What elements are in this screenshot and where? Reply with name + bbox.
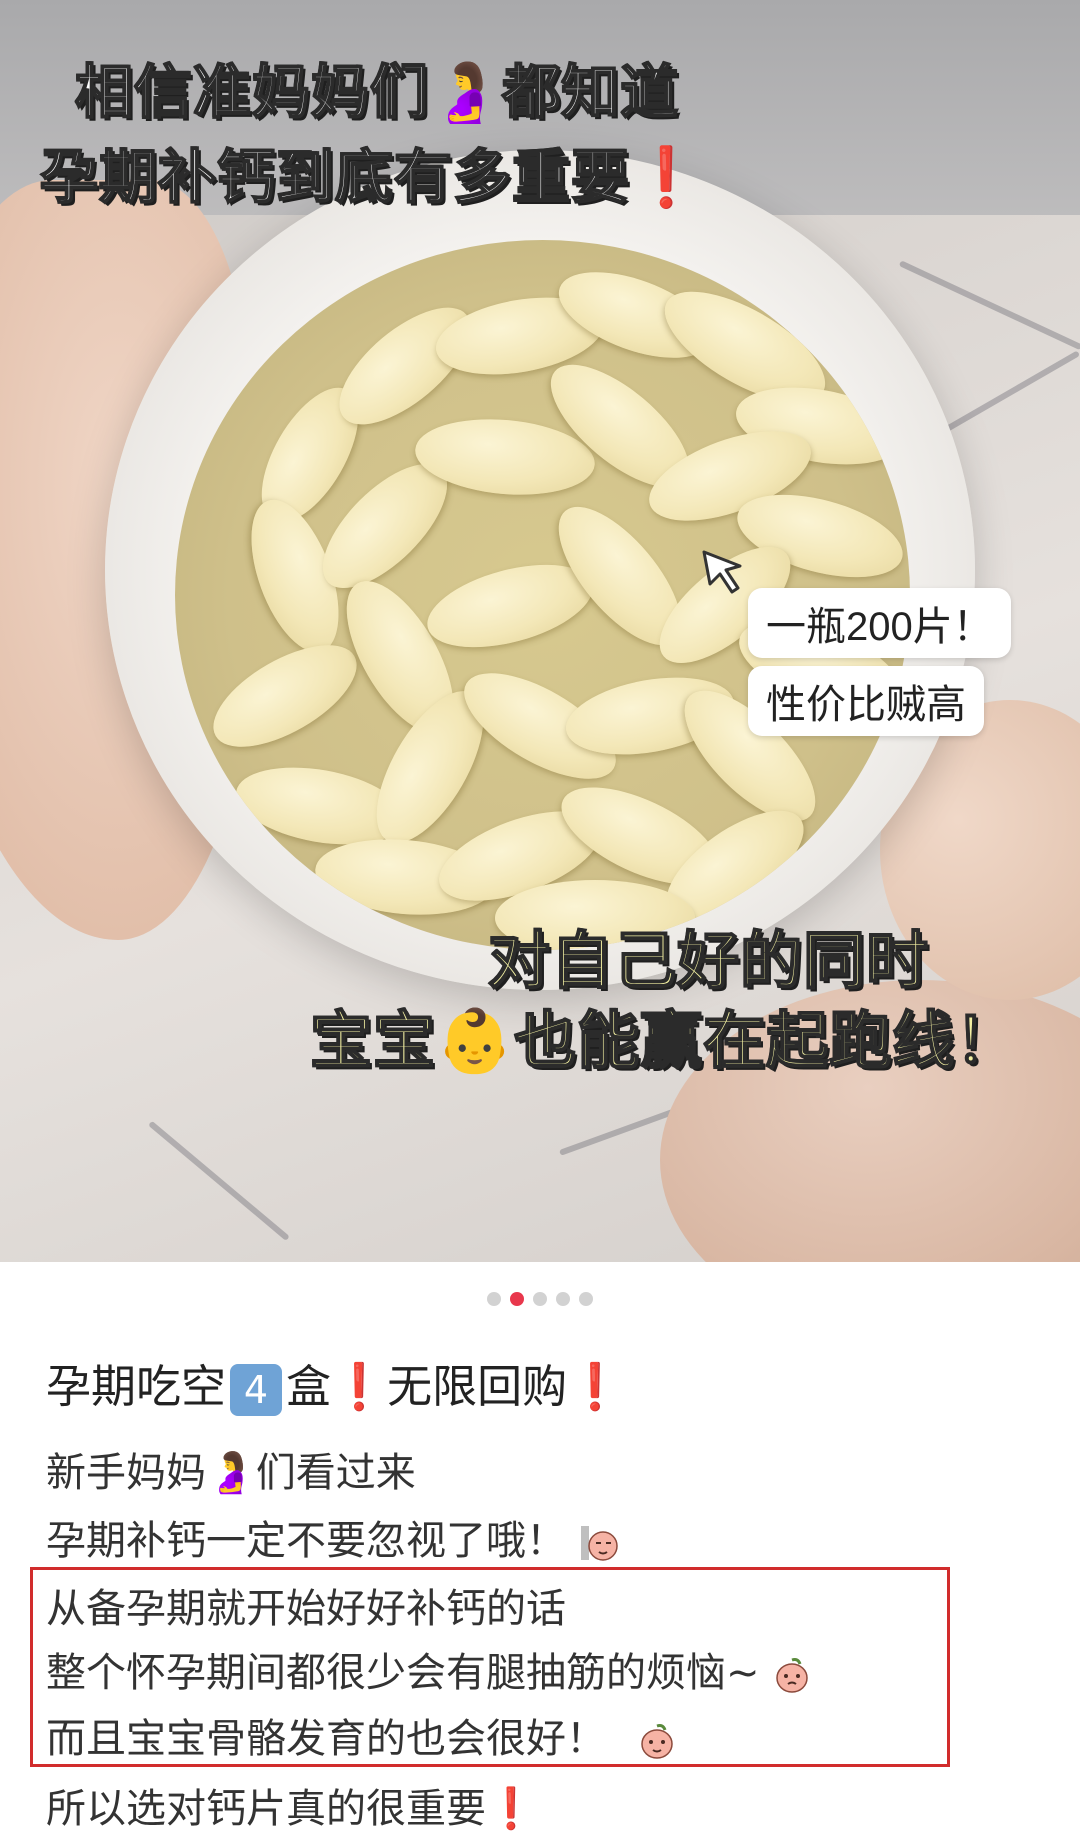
carousel-indicator[interactable] — [0, 1292, 1080, 1306]
exclamation-icon: ❗ — [486, 1786, 536, 1832]
exclamation-icon: ❗ — [630, 143, 704, 211]
carousel-dot[interactable] — [533, 1292, 547, 1306]
keycap-four-icon: 4 — [230, 1364, 283, 1416]
marble-vein — [148, 1120, 290, 1241]
post-body-line-5: 而且宝宝骨骼发育的也会很好！ — [46, 1706, 677, 1764]
peach-face-icon — [776, 1658, 808, 1693]
pregnant-woman-icon: 🤰 — [429, 58, 503, 126]
post-body-line-1: 新手妈妈🤰们看过来 — [46, 1450, 416, 1496]
overlay-bottom-line2: 宝宝👶也能赢在起跑线！ — [309, 1003, 1019, 1078]
overlay-headline-line2: 孕期补钙到底有多重要❗ — [39, 142, 704, 212]
price-bubble: 一瓶200片！ — [748, 588, 1011, 658]
overlay-headline-line1: 相信准妈妈们🤰都知道 — [74, 57, 680, 127]
carousel-dot[interactable] — [487, 1292, 501, 1306]
marble-vein — [938, 350, 1080, 436]
cursor-arrow-icon — [702, 550, 742, 594]
carousel-dot[interactable] — [579, 1292, 593, 1306]
peach-smirk-face-icon — [580, 1526, 618, 1561]
post-body-line-3: 从备孕期就开始好好补钙的话 — [46, 1586, 566, 1632]
post-body-line-4: 整个怀孕期间都很少会有腿抽筋的烦恼~ — [46, 1640, 812, 1698]
value-bubble: 性价比贼高 — [748, 666, 984, 736]
post-body-line-6: 所以选对钙片真的很重要❗ — [46, 1786, 536, 1832]
post-body-line-2: 孕期补钙一定不要忽视了哦！ — [46, 1508, 619, 1566]
pregnant-woman-icon: 🤰 — [206, 1450, 256, 1496]
exclamation-icon: ❗ — [567, 1360, 624, 1413]
post-image[interactable]: 相信准妈妈们🤰都知道 孕期补钙到底有多重要❗ 一瓶200片！ 性价比贼高 对自己… — [0, 0, 1080, 1262]
overlay-bottom-line1: 对自己好的同时 — [487, 923, 930, 998]
baby-face-icon: 👶 — [436, 1004, 515, 1077]
marble-vein — [898, 260, 1080, 351]
carousel-dot[interactable] — [556, 1292, 570, 1306]
pill — [197, 624, 373, 768]
exclamation-icon: ❗ — [331, 1360, 388, 1413]
carousel-dot[interactable] — [510, 1292, 524, 1306]
post-title: 孕期吃空 4 盒❗无限回购❗ — [46, 1350, 623, 1416]
peach-face-icon — [640, 1724, 673, 1759]
